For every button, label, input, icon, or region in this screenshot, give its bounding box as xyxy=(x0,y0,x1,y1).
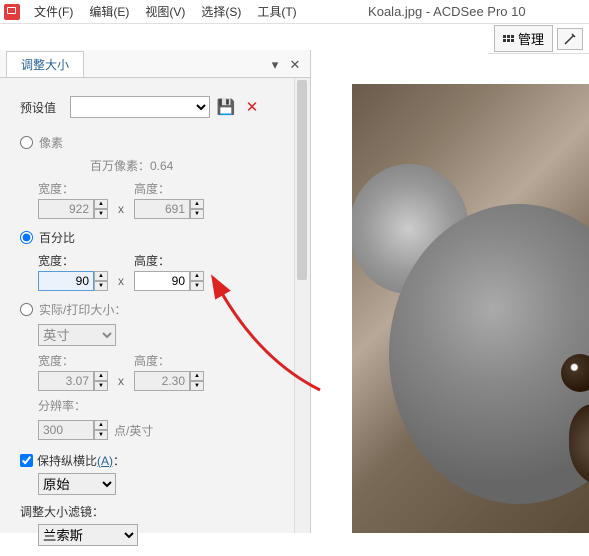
pin-button[interactable]: ▾ xyxy=(266,56,284,74)
app-icon xyxy=(4,4,20,20)
pct-width-down[interactable]: ▼ xyxy=(94,281,108,291)
px-width-down[interactable]: ▼ xyxy=(94,209,108,219)
scrollbar-thumb[interactable] xyxy=(297,80,307,280)
x-separator: x xyxy=(118,202,124,219)
px-width-input[interactable] xyxy=(38,199,94,219)
pr-width-down[interactable]: ▼ xyxy=(94,381,108,391)
px-height-label: 高度： xyxy=(134,180,204,197)
print-label: 实际/打印大小： xyxy=(39,301,126,318)
tab-row: 调整大小 ▾ ✕ xyxy=(0,50,310,78)
radio-print[interactable] xyxy=(20,303,33,316)
filter-label: 调整大小滤镜： xyxy=(20,503,296,520)
extra-button[interactable] xyxy=(557,28,583,50)
menu-tools[interactable]: 工具(T) xyxy=(249,0,304,23)
print-section: 实际/打印大小： 英寸 宽度： ▲▼ x 高度： ▲▼ 分辨率： ▲▼ 点/英寸 xyxy=(20,301,296,440)
res-label: 分辨率： xyxy=(38,397,296,414)
toolbar-right: 管理 xyxy=(488,24,589,54)
pct-height-input[interactable] xyxy=(134,271,190,291)
filter-select[interactable]: 兰索斯 xyxy=(38,524,138,546)
px-height-input[interactable] xyxy=(134,199,190,219)
preset-select[interactable] xyxy=(70,96,210,118)
menu-file[interactable]: 文件(F) xyxy=(26,0,81,23)
panel-body: 预设值 💾 ✕ 像素 百万像素： 0.64 宽度： ▲▼ x 高度： xyxy=(0,78,310,556)
px-width-label: 宽度： xyxy=(38,180,108,197)
wand-icon xyxy=(563,32,577,46)
pr-height-up[interactable]: ▲ xyxy=(190,371,204,381)
pixels-label: 像素 xyxy=(39,134,63,151)
save-preset-icon[interactable]: 💾 xyxy=(216,97,236,117)
resize-panel: 调整大小 ▾ ✕ 预设值 💾 ✕ 像素 百万像素： 0.64 宽度： xyxy=(0,50,311,533)
megapixels-label: 百万像素： xyxy=(90,157,150,174)
pct-height-up[interactable]: ▲ xyxy=(190,271,204,281)
pr-height-down[interactable]: ▼ xyxy=(190,381,204,391)
x-separator-2: x xyxy=(118,274,124,291)
megapixels-value: 0.64 xyxy=(150,159,173,173)
percent-section: 百分比 宽度： ▲▼ x 高度： ▲▼ xyxy=(20,229,296,291)
pixels-section: 像素 百万像素： 0.64 宽度： ▲▼ x 高度： ▲▼ xyxy=(20,134,296,219)
pr-width-up[interactable]: ▲ xyxy=(94,371,108,381)
koala-image xyxy=(352,124,589,524)
preset-label: 预设值 xyxy=(20,99,70,116)
res-input[interactable] xyxy=(38,420,94,440)
aspect-link[interactable]: (A) xyxy=(97,454,113,468)
pr-width-input[interactable] xyxy=(38,371,94,391)
unit-select[interactable]: 英寸 xyxy=(38,324,116,346)
x-separator-3: x xyxy=(118,374,124,391)
menubar: 文件(F) 编辑(E) 视图(V) 选择(S) 工具(T) Koala.jpg … xyxy=(0,0,589,24)
px-width-up[interactable]: ▲ xyxy=(94,199,108,209)
close-panel-button[interactable]: ✕ xyxy=(286,56,304,74)
pct-width-input[interactable] xyxy=(38,271,94,291)
aspect-checkbox[interactable] xyxy=(20,454,33,467)
px-height-down[interactable]: ▼ xyxy=(190,209,204,219)
pr-width-label: 宽度： xyxy=(38,352,108,369)
grid-icon xyxy=(503,35,514,42)
panel-scrollbar[interactable] xyxy=(294,78,310,533)
aspect-select[interactable]: 原始 xyxy=(38,473,116,495)
pr-height-label: 高度： xyxy=(134,352,204,369)
delete-preset-icon[interactable]: ✕ xyxy=(242,97,262,117)
pct-width-label: 宽度： xyxy=(38,252,108,269)
radio-percent[interactable] xyxy=(20,231,33,244)
px-height-up[interactable]: ▲ xyxy=(190,199,204,209)
menu-view[interactable]: 视图(V) xyxy=(137,0,193,23)
pct-width-up[interactable]: ▲ xyxy=(94,271,108,281)
menu-select[interactable]: 选择(S) xyxy=(193,0,249,23)
pct-height-label: 高度： xyxy=(134,252,204,269)
aspect-row: 保持纵横比 (A) ： xyxy=(20,452,296,469)
window-title: Koala.jpg - ACDSee Pro 10 xyxy=(305,4,589,19)
manage-label: 管理 xyxy=(518,29,544,48)
radio-pixels[interactable] xyxy=(20,136,33,149)
percent-label: 百分比 xyxy=(39,229,75,246)
pct-height-down[interactable]: ▼ xyxy=(190,281,204,291)
image-preview xyxy=(352,84,589,533)
res-up[interactable]: ▲ xyxy=(94,420,108,430)
preset-row: 预设值 💾 ✕ xyxy=(20,96,296,118)
menu-edit[interactable]: 编辑(E) xyxy=(81,0,137,23)
aspect-label: 保持纵横比 xyxy=(37,452,97,469)
tab-resize[interactable]: 调整大小 xyxy=(6,51,84,77)
manage-button[interactable]: 管理 xyxy=(494,25,553,52)
res-unit: 点/英寸 xyxy=(114,422,153,439)
pr-height-input[interactable] xyxy=(134,371,190,391)
res-down[interactable]: ▼ xyxy=(94,430,108,440)
